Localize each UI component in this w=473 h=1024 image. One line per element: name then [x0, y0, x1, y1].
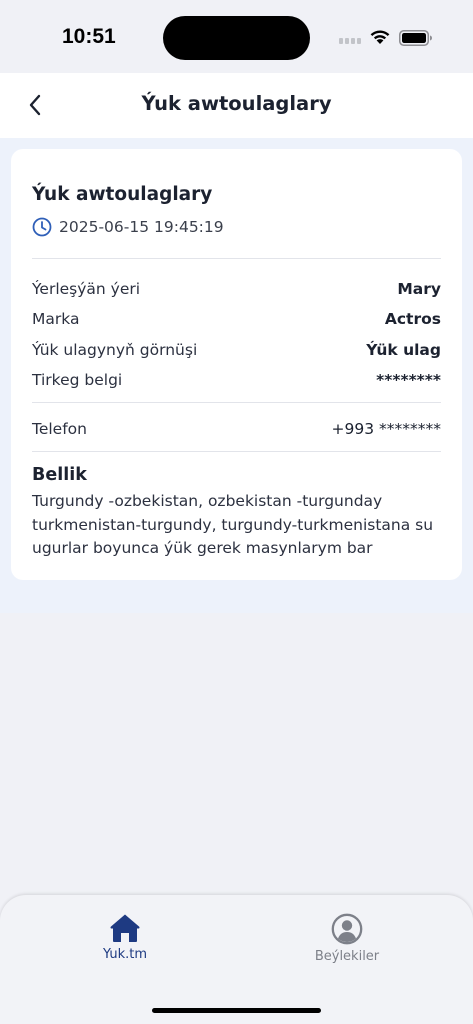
cellular-signal-icon: [339, 38, 361, 44]
tab-home[interactable]: Yuk.tm: [65, 913, 185, 973]
divider: [32, 402, 441, 403]
app-header: Ýuk awtoulaglary: [0, 73, 473, 138]
bottom-tab-bar: Yuk.tm Beýlekiler: [0, 895, 473, 1024]
detail-label: Tirkeg belgi: [32, 371, 123, 389]
divider: [32, 258, 441, 259]
detail-label: Ýük ulagynyň görnüşi: [32, 341, 198, 359]
listing-title: Ýuk awtoulaglary: [32, 184, 213, 205]
detail-row-brand: Marka Actros: [32, 310, 441, 332]
user-circle-icon: [331, 913, 363, 945]
status-bar: 10:51: [0, 0, 473, 72]
tab-home-label: Yuk.tm: [102, 947, 148, 962]
detail-label: Marka: [32, 310, 80, 328]
battery-icon: [399, 30, 432, 46]
home-indicator: [152, 1008, 321, 1013]
detail-row-trailer-plate: Tirkeg belgi ********: [32, 371, 441, 393]
detail-row-location: Ýerleşýän ýeri Mary: [32, 280, 441, 302]
detail-value: Actros: [384, 310, 441, 328]
detail-value: Ýük ulag: [366, 341, 441, 359]
detail-row-vehicle-type: Ýük ulagynyň görnüşi Ýük ulag: [32, 341, 441, 363]
phone-value[interactable]: +993 ********: [332, 420, 442, 438]
detail-value: Mary: [397, 280, 441, 298]
divider: [32, 451, 441, 452]
status-time: 10:51: [62, 25, 116, 48]
listing-datetime: 2025-06-15 19:45:19: [59, 218, 224, 236]
page-title: Ýuk awtoulaglary: [141, 92, 332, 115]
clock-icon: [32, 217, 52, 237]
detail-value: ********: [376, 371, 441, 389]
wifi-icon: [370, 30, 390, 44]
phone-label: Telefon: [32, 420, 87, 438]
tab-others-label: Beýlekiler: [314, 949, 380, 964]
home-icon: [110, 914, 140, 942]
dynamic-island: [163, 16, 310, 60]
note-title: Bellik: [32, 465, 87, 485]
detail-label: Ýerleşýän ýeri: [32, 280, 141, 298]
detail-row-phone[interactable]: Telefon +993 ********: [32, 420, 441, 442]
note-text: Turgundy -ozbekistan, ozbekistan -turgun…: [32, 492, 434, 557]
tab-others[interactable]: Beýlekiler: [287, 913, 407, 973]
listing-card: Ýuk awtoulaglary 2025-06-15 19:45:19 Ýer…: [11, 149, 462, 580]
